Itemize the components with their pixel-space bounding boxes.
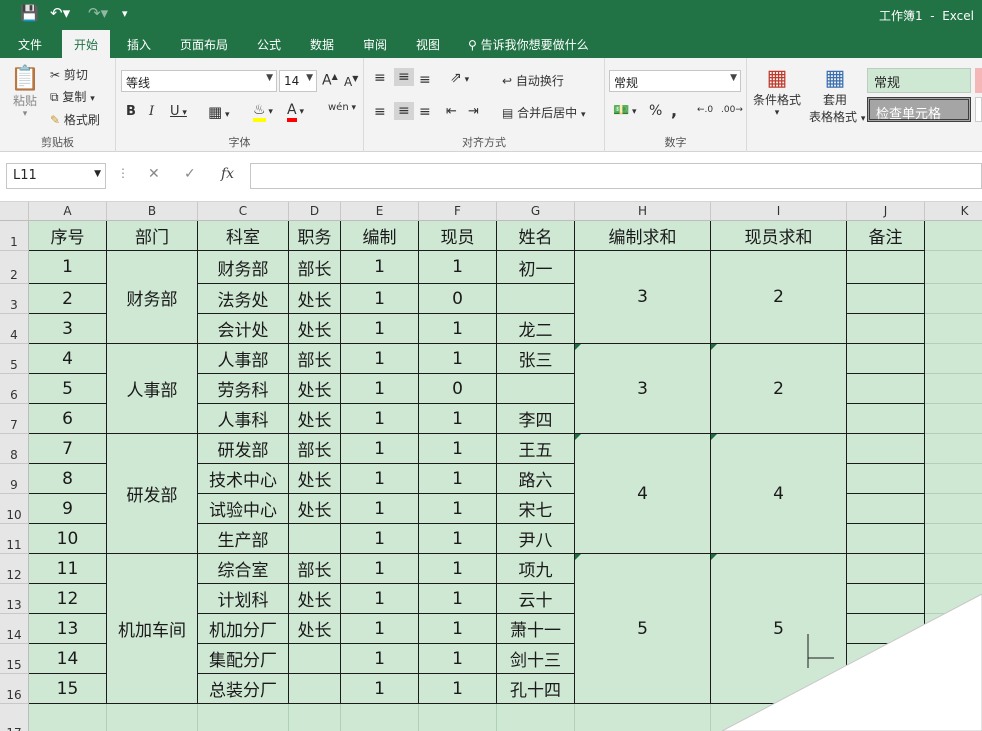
tab-formulas[interactable]: 公式 [257, 36, 281, 53]
tab-home[interactable]: 开始 [62, 30, 111, 58]
brush-icon: ✎ [50, 113, 61, 127]
formula-input[interactable] [250, 163, 982, 189]
alignment-group-label: 对齐方式 [462, 136, 506, 149]
tab-review[interactable]: 审阅 [363, 36, 387, 53]
ribbon-tabs: 文件 开始 插入 页面布局 公式 数据 审阅 视图 ⚲ 告诉我你想要做什么 [0, 30, 982, 58]
formula-bar: L11 ▼ ⋮ ✕ ✓ fx [0, 152, 982, 202]
orientation-icon[interactable]: ⇗ ▾ [450, 70, 469, 86]
clipboard-group: 📋 粘贴 ▾ ✂ 剪切 ⧉ 复制 ▾ ✎ 格式刷 剪贴板 [0, 58, 116, 152]
align-center-icon[interactable]: ≡ [394, 102, 414, 120]
clipboard-group-label: 剪贴板 [41, 136, 74, 149]
tab-file[interactable]: 文件 [18, 36, 42, 53]
paint-bucket-icon: ♨ [253, 102, 266, 122]
merge-center-button[interactable]: ▤ 合并后居中 ▾ [502, 104, 586, 121]
conditional-format-button[interactable]: ▦ 条件格式 ▾ [751, 66, 803, 118]
italic-button[interactable]: I [149, 104, 154, 119]
align-top-icon[interactable]: ≡ [374, 70, 386, 86]
worksheet-grid[interactable]: ABCDEFGHIJK1234567891011121314151617序号部门… [0, 202, 982, 731]
borders-button[interactable]: ▦ ▾ [208, 103, 230, 121]
increase-decimal-icon[interactable]: ←.0 [697, 105, 713, 115]
undo-icon[interactable]: ↶▾ [50, 4, 70, 22]
percent-button[interactable]: % [649, 103, 662, 119]
customize-quick-access-icon[interactable]: ▾ [122, 7, 128, 20]
format-painter-button[interactable]: ✎ 格式刷 [50, 111, 100, 128]
style-normal[interactable]: 常规 [867, 68, 971, 93]
tab-insert[interactable]: 插入 [127, 36, 151, 53]
accounting-format-icon[interactable]: 💵 ▾ [613, 103, 637, 118]
merge-icon: ▤ [502, 106, 514, 120]
wrap-text-icon: ↩ [502, 74, 513, 88]
align-bottom-icon[interactable]: ≡ [419, 72, 431, 88]
align-left-icon[interactable]: ≡ [374, 104, 386, 120]
insert-function-icon[interactable]: fx [221, 166, 234, 182]
page-curl-overlay [721, 593, 982, 731]
style-explanatory-partial[interactable] [975, 97, 982, 122]
window-title: 工作簿1 - Excel [878, 9, 974, 23]
enter-icon[interactable]: ✓ [184, 166, 196, 182]
title-bar: 💾 ↶▾ ↷▾ ▾ 工作簿1 - Excel [0, 0, 982, 30]
lightbulb-icon: ⚲ [468, 38, 477, 52]
tab-data[interactable]: 数据 [310, 36, 334, 53]
style-check-cell[interactable]: 检查单元格 [867, 97, 971, 122]
phonetic-button[interactable]: wén ▾ [328, 102, 356, 113]
paste-button[interactable]: 📋 粘贴 ▾ [8, 64, 42, 119]
scissors-icon: ✂ [50, 68, 61, 82]
copy-button[interactable]: ⧉ 复制 ▾ [50, 88, 95, 105]
underline-button[interactable]: U ▾ [170, 104, 187, 119]
style-bad-partial[interactable] [975, 68, 982, 93]
tab-page-layout[interactable]: 页面布局 [180, 36, 228, 53]
more-options-icon: ⋮ [117, 166, 129, 180]
number-group-label: 数字 [664, 136, 687, 149]
paste-label: 粘贴 [12, 94, 37, 108]
tab-view[interactable]: 视图 [416, 36, 440, 53]
font-group-label: 字体 [228, 136, 251, 149]
wrap-text-button[interactable]: ↩ 自动换行 [502, 72, 564, 89]
border-icon: ▦ [208, 103, 223, 121]
number-group: 常规 ▼ 💵 ▾ % , ←.0 .00→ 数字 [605, 58, 747, 152]
chevron-down-icon: ▾ [774, 108, 780, 118]
alignment-group: ≡ ≡ ≡ ⇗ ▾ ≡ ≡ ≡ ⇤ ⇥ ↩ 自动换行 ▤ 合并后居中 ▾ 对齐方… [364, 58, 605, 152]
cancel-icon[interactable]: ✕ [148, 166, 160, 182]
ribbon: 📋 粘贴 ▾ ✂ 剪切 ⧉ 复制 ▾ ✎ 格式刷 剪贴板 等线 ▼ 14 ▼ A▲ … [0, 58, 982, 152]
font-color-icon: A [287, 102, 297, 122]
increase-indent-icon[interactable]: ⇥ [468, 104, 479, 119]
font-group: 等线 ▼ 14 ▼ A▲ A▼ B I U ▾ ▦ ▾ ♨ ▾ A ▾ wén ▾ … [116, 58, 364, 152]
name-box[interactable]: L11 ▼ [6, 163, 106, 189]
font-color-button[interactable]: A ▾ [287, 102, 304, 122]
align-right-icon[interactable]: ≡ [419, 104, 431, 120]
save-icon[interactable]: 💾 [20, 4, 39, 22]
font-size-select[interactable]: 14 ▼ [279, 70, 317, 92]
decrease-indent-icon[interactable]: ⇤ [446, 104, 457, 119]
decrease-decimal-icon[interactable]: .00→ [721, 105, 743, 115]
clipboard-icon: 📋 [10, 64, 40, 92]
page-curl-shape [721, 593, 982, 731]
conditional-format-icon: ▦ [766, 66, 788, 91]
format-as-table-button[interactable]: ▦ 套用 表格格式 ▾ [809, 66, 865, 125]
number-format-select[interactable]: 常规 ▼ [609, 70, 741, 92]
copy-icon: ⧉ [50, 90, 59, 104]
bold-button[interactable]: B [126, 104, 136, 119]
increase-font-button[interactable]: A▲ [322, 72, 338, 89]
table-icon: ▦ [824, 66, 846, 91]
redo-icon[interactable]: ↷▾ [88, 4, 108, 22]
comma-button[interactable]: , [671, 101, 677, 120]
tell-me-search[interactable]: ⚲ 告诉我你想要做什么 [468, 36, 589, 53]
fill-color-button[interactable]: ♨ ▾ [253, 102, 273, 122]
decrease-font-button[interactable]: A▼ [344, 74, 358, 89]
font-name-select[interactable]: 等线 ▼ [121, 70, 277, 92]
styles-group: ▦ 条件格式 ▾ ▦ 套用 表格格式 ▾ 常规 检查单元格 [747, 58, 982, 152]
cut-button[interactable]: ✂ 剪切 [50, 66, 88, 83]
align-middle-icon[interactable]: ≡ [394, 68, 414, 86]
chevron-down-icon: ▾ [22, 109, 28, 119]
